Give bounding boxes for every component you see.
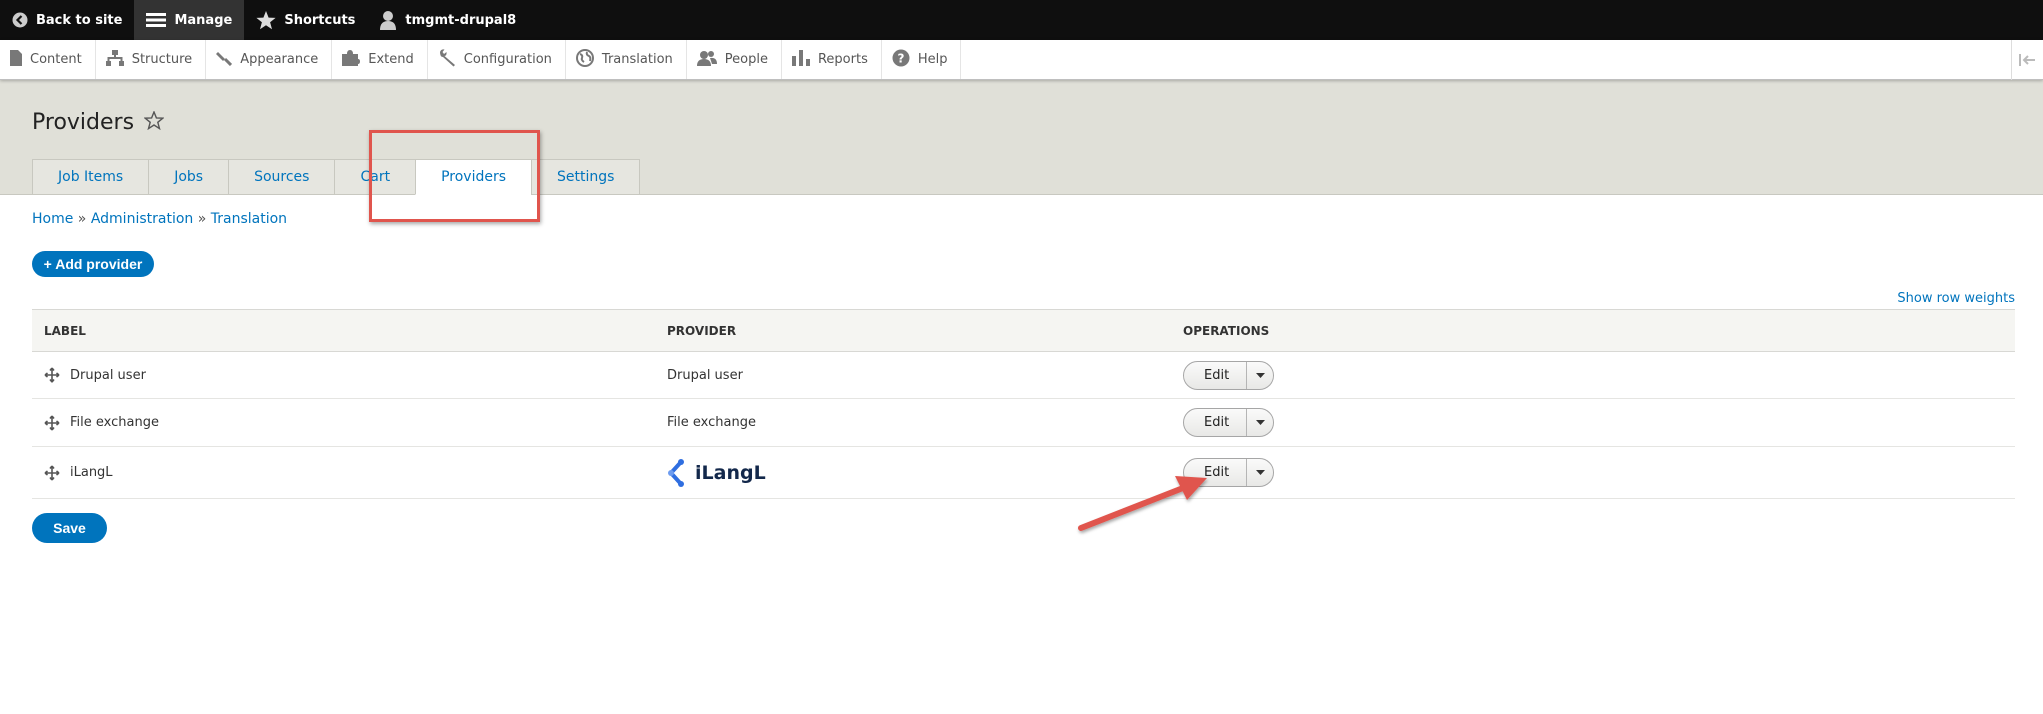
puzzle-icon (342, 49, 361, 70)
header-label: LABEL (32, 309, 667, 352)
manage-label: Manage (174, 12, 233, 28)
shortcuts-label: Shortcuts (284, 12, 356, 28)
caret-down-icon (1255, 470, 1265, 475)
save-button[interactable]: Save (32, 513, 107, 543)
operations-dropbutton: Edit (1183, 408, 1275, 437)
tray-item-appearance[interactable]: Appearance (206, 40, 333, 79)
user-icon (379, 10, 397, 30)
highlight-annotation (369, 130, 540, 222)
provider-cell: File exchange (667, 398, 1183, 447)
svg-text:?: ? (897, 51, 904, 65)
add-provider-button[interactable]: + Add provider (32, 251, 154, 277)
structure-icon (105, 49, 124, 70)
breadcrumb-translation[interactable]: Translation (211, 211, 287, 227)
header-provider: PROVIDER (667, 309, 1183, 352)
tray-item-content[interactable]: Content (0, 40, 96, 79)
breadcrumb-home[interactable]: Home (32, 211, 73, 227)
table-row: File exchange File exchange Edit (32, 398, 2015, 447)
tray-label: Configuration (463, 52, 552, 67)
drag-handle-icon[interactable] (44, 415, 60, 431)
tray-label: Extend (368, 52, 414, 67)
header-operations: OPERATIONS (1183, 309, 2015, 352)
dropbutton-toggle[interactable] (1247, 459, 1273, 486)
breadcrumb: Home » Administration » Translation (32, 211, 287, 227)
back-to-site-label: Back to site (36, 12, 123, 28)
ilangl-logo-text: iLangL (695, 461, 766, 484)
admin-tray: Content Structure Appearance Extend Conf… (0, 40, 2043, 80)
tray-label: Structure (131, 52, 193, 67)
label-cell: iLangL (32, 446, 667, 499)
tab-jobs[interactable]: Jobs (148, 159, 229, 195)
row-label: iLangL (70, 465, 113, 480)
file-icon (10, 49, 22, 70)
row-label: File exchange (70, 415, 159, 430)
star-icon (256, 10, 276, 30)
tray-label: People (724, 52, 768, 67)
globe-icon (575, 48, 594, 71)
title-row: Providers (32, 110, 165, 135)
edit-button[interactable]: Edit (1184, 361, 1248, 389)
hamburger-icon (146, 12, 167, 28)
tray-item-configuration[interactable]: Configuration (428, 40, 566, 79)
tray-item-help[interactable]: ? Help (882, 40, 962, 79)
show-row-weights-link[interactable]: Show row weights (1897, 291, 2015, 306)
label-cell: Drupal user (32, 351, 667, 399)
row-label: Drupal user (70, 367, 146, 383)
tray-item-reports[interactable]: Reports (782, 40, 882, 79)
tray-label: Appearance (240, 52, 319, 67)
ilangl-logo-mark-icon (668, 458, 684, 487)
tab-sources[interactable]: Sources (228, 159, 335, 195)
brush-icon (216, 50, 233, 70)
primary-tabs: Job Items Jobs Sources Cart Providers Se… (32, 159, 641, 195)
tray-item-structure[interactable]: Structure (96, 40, 207, 79)
breadcrumb-administration[interactable]: Administration (91, 211, 193, 227)
table-header-row: LABEL PROVIDER OPERATIONS (32, 309, 2015, 352)
table-row: iLangL iLangL Edit (32, 446, 2015, 499)
drag-handle-icon[interactable] (44, 465, 60, 481)
breadcrumb-separator: » (197, 211, 207, 227)
provider-cell: Drupal user (667, 351, 1183, 399)
providers-table: LABEL PROVIDER OPERATIONS Drupal user Dr… (32, 309, 2015, 499)
tray-label: Help (917, 52, 948, 67)
admin-toolbar: Back to site Manage Shortcuts tmgmt-drup… (0, 0, 2043, 40)
chart-icon (791, 49, 810, 70)
page-header: Providers Job Items Jobs Sources Cart Pr… (0, 80, 2043, 195)
collapse-arrow-icon (2018, 51, 2037, 70)
dropbutton-toggle[interactable] (1247, 409, 1273, 436)
tray-item-people[interactable]: People (687, 40, 782, 79)
back-arrow-icon (12, 12, 28, 28)
back-to-site-link[interactable]: Back to site (0, 0, 134, 40)
dropbutton-toggle[interactable] (1247, 362, 1273, 389)
tray-orientation-toggle[interactable] (2011, 40, 2043, 80)
tab-job-items[interactable]: Job Items (32, 159, 149, 195)
manage-tab[interactable]: Manage (134, 0, 245, 40)
tray-label: Content (30, 52, 82, 67)
drag-handle-icon[interactable] (44, 367, 60, 383)
tray-item-translation[interactable]: Translation (566, 40, 687, 79)
tray-item-extend[interactable]: Extend (332, 40, 428, 79)
caret-down-icon (1255, 420, 1265, 425)
help-icon: ? (892, 49, 910, 71)
breadcrumb-separator: » (77, 211, 87, 227)
operations-cell: Edit (1183, 446, 2015, 499)
people-icon (696, 50, 717, 70)
user-label: tmgmt-drupal8 (405, 12, 517, 28)
tray-label: Translation (601, 52, 673, 67)
annotation-arrow-icon (1078, 476, 1207, 531)
tray-label: Reports (817, 52, 868, 67)
user-tab[interactable]: tmgmt-drupal8 (367, 0, 528, 40)
operations-dropbutton: Edit (1183, 360, 1275, 390)
table-row: Drupal user Drupal user Edit (32, 351, 2015, 399)
operations-cell: Edit (1183, 398, 2015, 447)
tab-settings[interactable]: Settings (531, 159, 641, 195)
label-cell: File exchange (32, 398, 667, 447)
edit-button[interactable]: Edit (1184, 409, 1248, 436)
wrench-icon (438, 48, 456, 71)
page-title: Providers (32, 110, 135, 135)
shortcuts-tab[interactable]: Shortcuts (244, 0, 367, 40)
star-outline-icon[interactable] (143, 110, 165, 134)
caret-down-icon (1255, 372, 1265, 378)
operations-cell: Edit (1183, 351, 2015, 399)
